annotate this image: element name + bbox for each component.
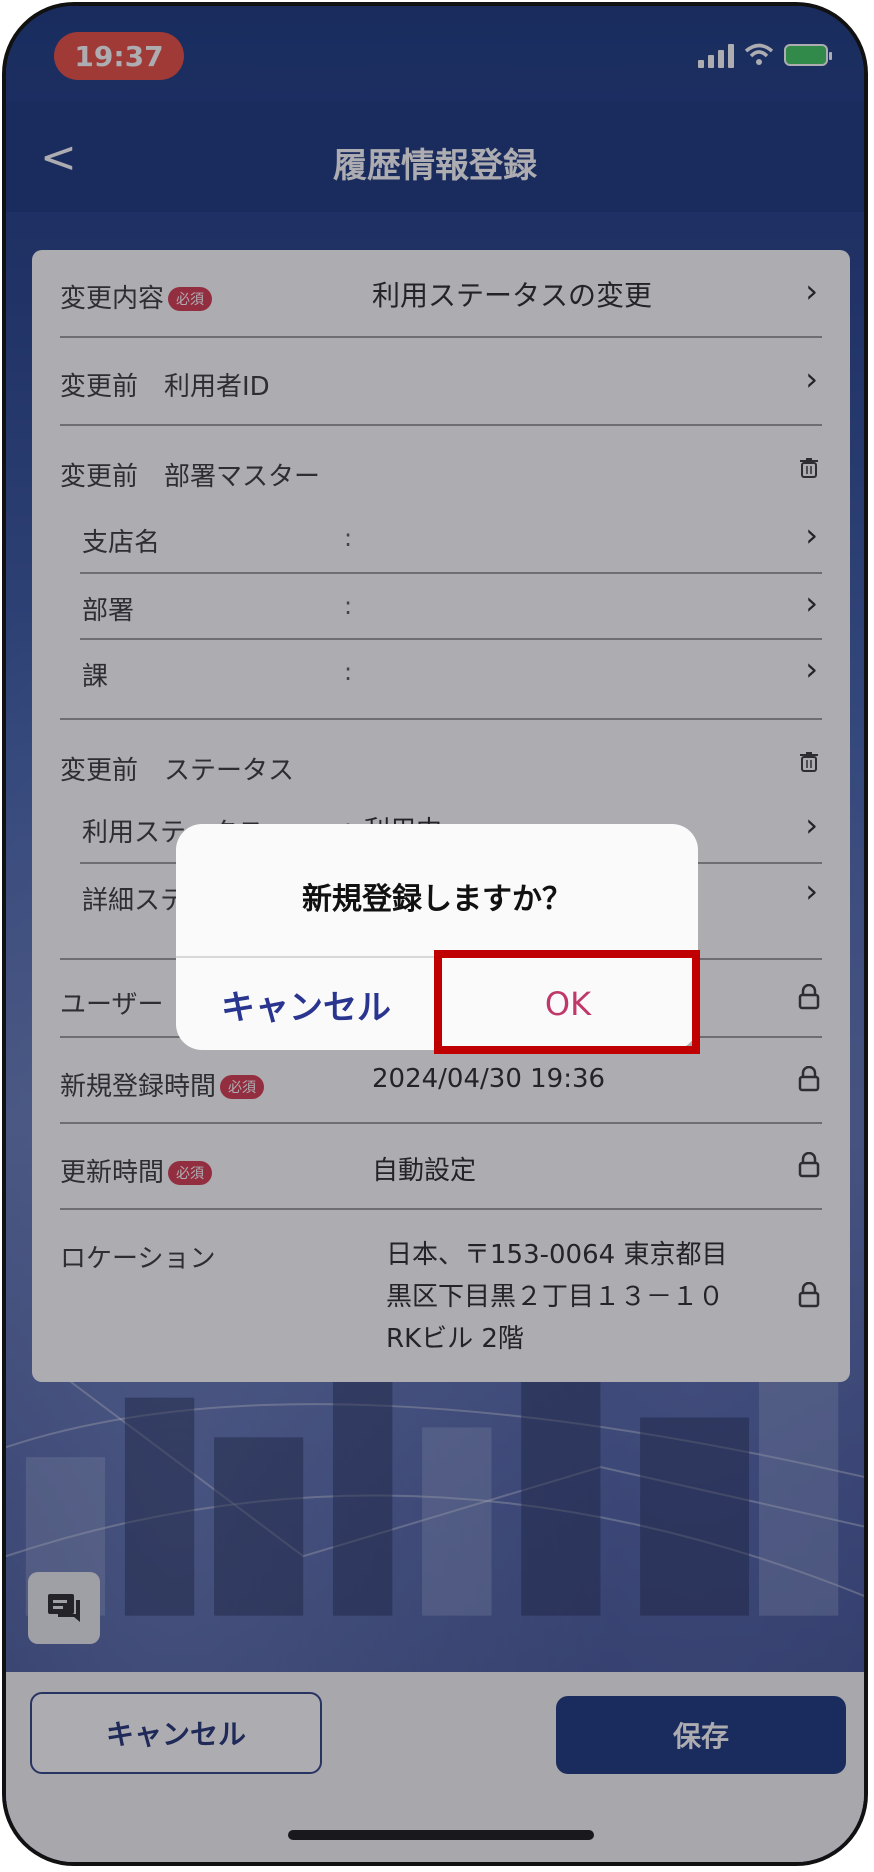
- ok-highlight-box: [434, 950, 700, 1054]
- dialog-message: 新規登録しますか？: [302, 882, 572, 917]
- dialog-cancel-button[interactable]: キャンセル: [176, 958, 436, 1050]
